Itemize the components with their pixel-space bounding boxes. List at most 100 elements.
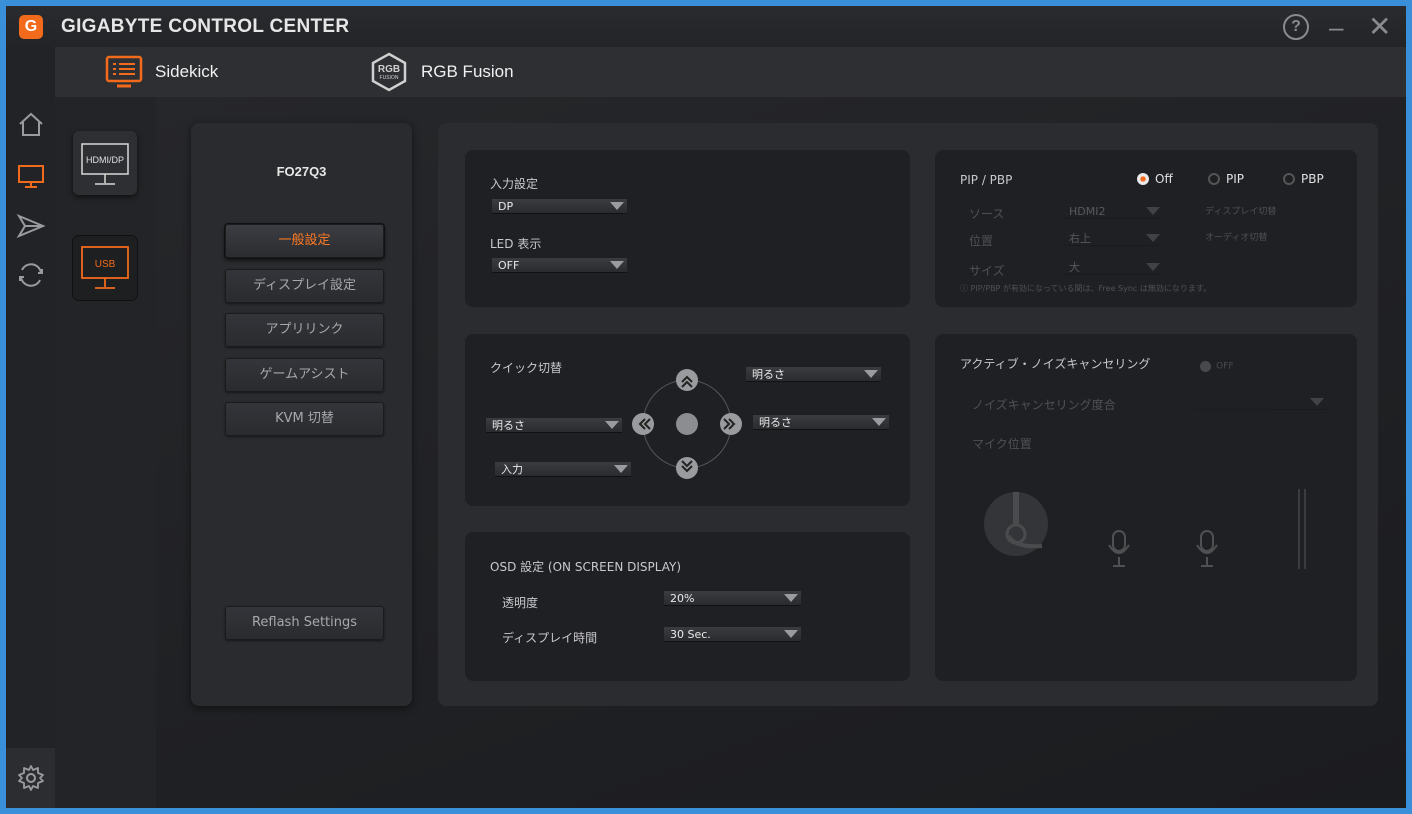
- quick-up-select[interactable]: 明るさ: [746, 367, 881, 382]
- display-time-value: 30 Sec.: [670, 628, 711, 641]
- input-setting-value: DP: [498, 200, 514, 213]
- model-panel: FO27Q3 一般設定 ディスプレイ設定 アプリリンク ゲームアシスト KVM …: [191, 123, 412, 706]
- quick-up-value: 明るさ: [752, 368, 785, 381]
- radio-pbp-label: PBP: [1301, 172, 1324, 186]
- menu-general-settings[interactable]: 一般設定: [225, 224, 384, 258]
- help-button[interactable]: ?: [1283, 14, 1309, 40]
- mic-level-slider[interactable]: [1295, 489, 1315, 569]
- chevron-down-icon: [610, 261, 624, 269]
- pip-position-select[interactable]: 右上: [1063, 231, 1163, 246]
- led-display-select[interactable]: OFF: [492, 258, 627, 273]
- pip-size-select[interactable]: 大: [1063, 260, 1163, 275]
- tab-sidekick-label: Sidekick: [155, 62, 219, 81]
- rgb-fusion-icon: RGB FUSION: [371, 52, 407, 92]
- input-card: 入力設定 DP LED 表示 OFF: [465, 150, 910, 307]
- reflash-settings-button[interactable]: Reflash Settings: [225, 606, 384, 640]
- model-name: FO27Q3: [276, 164, 327, 179]
- osd-title: OSD 設定 (ON SCREEN DISPLAY): [490, 560, 682, 574]
- send-icon[interactable]: [16, 211, 46, 241]
- chevron-down-icon: [610, 202, 624, 210]
- device-hdmi-dp-label: HDMI/DP: [86, 155, 124, 165]
- monitor-usb-icon: USB: [81, 246, 129, 289]
- mic-position-label: マイク位置: [972, 437, 1032, 451]
- chevron-down-icon: [605, 421, 619, 429]
- pip-source-select[interactable]: HDMI2: [1063, 204, 1163, 219]
- display-time-select[interactable]: 30 Sec.: [664, 627, 801, 642]
- sidekick-icon: [105, 55, 143, 88]
- led-display-value: OFF: [498, 259, 520, 272]
- quick-down-select[interactable]: 入力: [495, 462, 631, 477]
- gigabyte-logo-icon: G: [19, 15, 43, 39]
- tab-sidekick[interactable]: Sidekick: [105, 47, 218, 97]
- pip-size-label: サイズ: [969, 264, 1005, 278]
- menu-kvm-switch[interactable]: KVM 切替: [225, 402, 384, 436]
- tab-rgb-fusion-label: RGB Fusion: [421, 62, 514, 81]
- rgb-fusion-icon-text: RGB: [378, 64, 400, 75]
- transparency-value: 20%: [670, 592, 695, 605]
- osd-card: OSD 設定 (ON SCREEN DISPLAY) 透明度 20% ディスプレ…: [465, 532, 910, 681]
- device-hdmi-dp[interactable]: HDMI/DP: [73, 131, 137, 195]
- chevron-down-icon: [1146, 207, 1160, 215]
- tab-rgb-fusion[interactable]: RGB FUSION RGB Fusion: [369, 47, 514, 97]
- led-display-label: LED 表示: [490, 237, 542, 251]
- joystick-right-icon[interactable]: [720, 413, 742, 435]
- anc-toggle[interactable]: OFF: [1200, 356, 1234, 375]
- quick-switch-card: クイック切替 明るさ 明るさ 明るさ 入力: [465, 334, 910, 506]
- radio-off-label: Off: [1155, 172, 1173, 186]
- anc-title: アクティブ・ノイズキャンセリング: [960, 357, 1151, 371]
- radio-off[interactable]: [1137, 173, 1149, 185]
- rgb-fusion-icon-subtext: FUSION: [380, 75, 399, 81]
- home-icon[interactable]: [16, 109, 46, 139]
- pip-size-value: 大: [1069, 261, 1080, 274]
- joystick-down-icon[interactable]: [676, 457, 698, 479]
- pip-position-value: 右上: [1069, 232, 1091, 245]
- chevron-down-icon: [1146, 263, 1160, 271]
- quick-right-select[interactable]: 明るさ: [753, 415, 889, 430]
- radio-pip[interactable]: [1208, 173, 1220, 185]
- input-setting-select[interactable]: DP: [492, 199, 627, 214]
- anc-toggle-label: OFF: [1216, 361, 1234, 372]
- pip-source-value: HDMI2: [1069, 205, 1106, 218]
- monitor-hdmi-icon: HDMI/DP: [81, 143, 129, 185]
- headset-person-icon: [984, 492, 1048, 556]
- chevron-down-icon: [864, 370, 878, 378]
- quick-left-value: 明るさ: [492, 419, 525, 432]
- app-window: G GIGABYTE CONTROL CENTER ? – ✕ Sidekick…: [6, 6, 1406, 808]
- pip-position-label: 位置: [969, 234, 994, 248]
- display-time-label: ディスプレイ時間: [502, 631, 598, 645]
- menu-app-link[interactable]: アプリリンク: [225, 313, 384, 347]
- radio-pip-label: PIP: [1226, 172, 1245, 186]
- pip-source-label: ソース: [969, 207, 1005, 221]
- close-button[interactable]: ✕: [1368, 10, 1391, 43]
- mic-icon-1: [1108, 530, 1130, 567]
- joystick-left-icon[interactable]: [632, 413, 654, 435]
- chevron-down-icon: [1310, 398, 1324, 406]
- display-switch-button[interactable]: ディスプレイ切替: [1205, 204, 1276, 217]
- joystick-center[interactable]: [676, 413, 698, 435]
- sync-icon[interactable]: [16, 260, 46, 290]
- minimize-button[interactable]: –: [1329, 12, 1343, 43]
- pip-pbp-card: PIP / PBP Off PIP PBP ソース HDMI2 位置 右上 サイ…: [935, 150, 1357, 307]
- settings-area: 入力設定 DP LED 表示 OFF クイック切替 明るさ 明るさ 明るさ 入力…: [438, 123, 1378, 706]
- device-usb-label: USB: [95, 259, 116, 270]
- radio-pbp[interactable]: [1283, 173, 1295, 185]
- gear-icon[interactable]: [16, 763, 46, 793]
- device-list: HDMI/DP USB: [55, 97, 156, 808]
- app-title: GIGABYTE CONTROL CENTER: [61, 16, 350, 37]
- device-usb[interactable]: USB: [73, 236, 137, 300]
- quick-right-value: 明るさ: [759, 416, 792, 429]
- quick-left-select[interactable]: 明るさ: [486, 418, 622, 433]
- anc-level-select[interactable]: [1195, 395, 1327, 410]
- transparency-select[interactable]: 20%: [664, 591, 801, 606]
- joystick-up-icon[interactable]: [676, 369, 698, 391]
- monitor-icon[interactable]: [16, 161, 46, 191]
- menu-game-assist[interactable]: ゲームアシスト: [225, 358, 384, 392]
- joystick-diagram: [632, 369, 742, 479]
- audio-switch-button[interactable]: オーディオ切替: [1205, 230, 1267, 243]
- quick-switch-title: クイック切替: [490, 361, 563, 375]
- quick-down-value: 入力: [501, 463, 523, 476]
- menu-display-settings[interactable]: ディスプレイ設定: [225, 269, 384, 303]
- pip-note: ⓘ PIP/PBP が有効になっている間は、Free Sync は無効になります…: [960, 284, 1212, 293]
- anc-card: アクティブ・ノイズキャンセリング OFF ノイズキャンセリング度合 マイク位置: [935, 334, 1357, 681]
- transparency-label: 透明度: [502, 596, 539, 610]
